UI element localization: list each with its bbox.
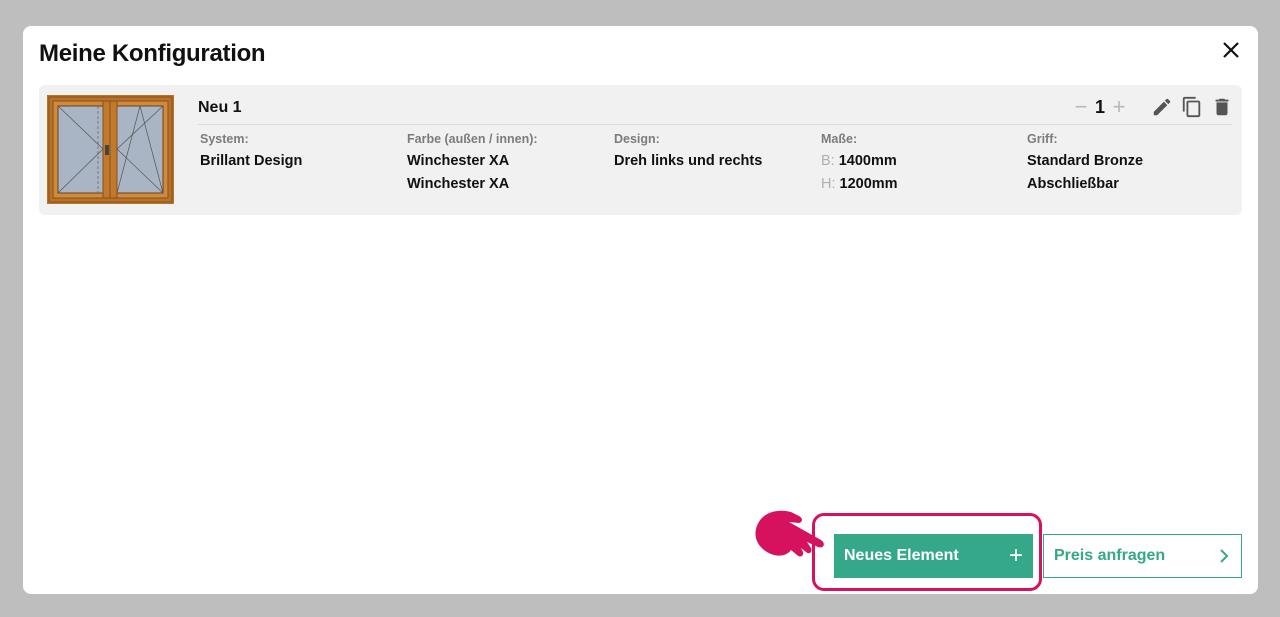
item-name: Neu 1 <box>198 99 242 116</box>
color-inner-value: Winchester XA <box>407 176 510 192</box>
height-row: H: 1200mm <box>821 173 898 196</box>
copy-icon[interactable] <box>1181 95 1203 119</box>
configuration-modal: Meine Konfiguration Neu 1 − 1 + System: … <box>23 26 1258 594</box>
close-icon[interactable] <box>1218 37 1244 63</box>
design-value: Dreh links und rechts <box>614 153 763 169</box>
design-column: Design: Dreh links und rechts <box>614 132 762 173</box>
design-label: Design: <box>614 132 660 146</box>
handle-option: Abschließbar <box>1027 176 1119 192</box>
system-label: System: <box>200 132 249 146</box>
window-thumbnail <box>47 95 174 204</box>
system-column: System: Brillant Design <box>200 132 302 173</box>
handle-label: Griff: <box>1027 132 1058 146</box>
quantity-decrease-button[interactable]: − <box>1071 95 1091 119</box>
edit-icon[interactable] <box>1151 95 1173 119</box>
modal-title: Meine Konfiguration <box>39 40 266 67</box>
quantity-stepper: − 1 + <box>1071 95 1129 119</box>
width-value: 1400mm <box>838 153 897 169</box>
new-element-label: Neues Element <box>844 547 959 564</box>
color-outer-value: Winchester XA <box>407 153 510 169</box>
quantity-increase-button[interactable]: + <box>1109 95 1129 119</box>
chevron-right-icon <box>1220 549 1229 563</box>
size-label: Maße: <box>821 132 858 146</box>
new-element-button[interactable]: Neues Element + <box>834 534 1033 578</box>
height-prefix: H: <box>821 176 836 192</box>
height-value: 1200mm <box>839 176 898 192</box>
color-column: Farbe (außen / innen): Winchester XA Win… <box>407 132 538 196</box>
size-column: Maße: B: 1400mm H: 1200mm <box>821 132 898 196</box>
plus-icon: + <box>1008 542 1023 569</box>
request-price-button[interactable]: Preis anfragen <box>1043 534 1242 578</box>
color-label: Farbe (außen / innen): <box>407 132 538 146</box>
delete-icon[interactable] <box>1211 95 1233 119</box>
card-divider <box>198 124 1232 125</box>
width-row: B: 1400mm <box>821 150 898 173</box>
handle-value: Standard Bronze <box>1027 153 1144 169</box>
quantity-value: 1 <box>1094 96 1105 117</box>
configuration-item-card: Neu 1 − 1 + System: Brillant Design Farb… <box>39 85 1242 215</box>
system-value: Brillant Design <box>200 153 303 169</box>
item-toolbar <box>1151 95 1233 119</box>
width-prefix: B: <box>821 153 835 169</box>
request-price-label: Preis anfragen <box>1054 547 1166 564</box>
handle-column: Griff: Standard Bronze Abschließbar <box>1027 132 1143 196</box>
